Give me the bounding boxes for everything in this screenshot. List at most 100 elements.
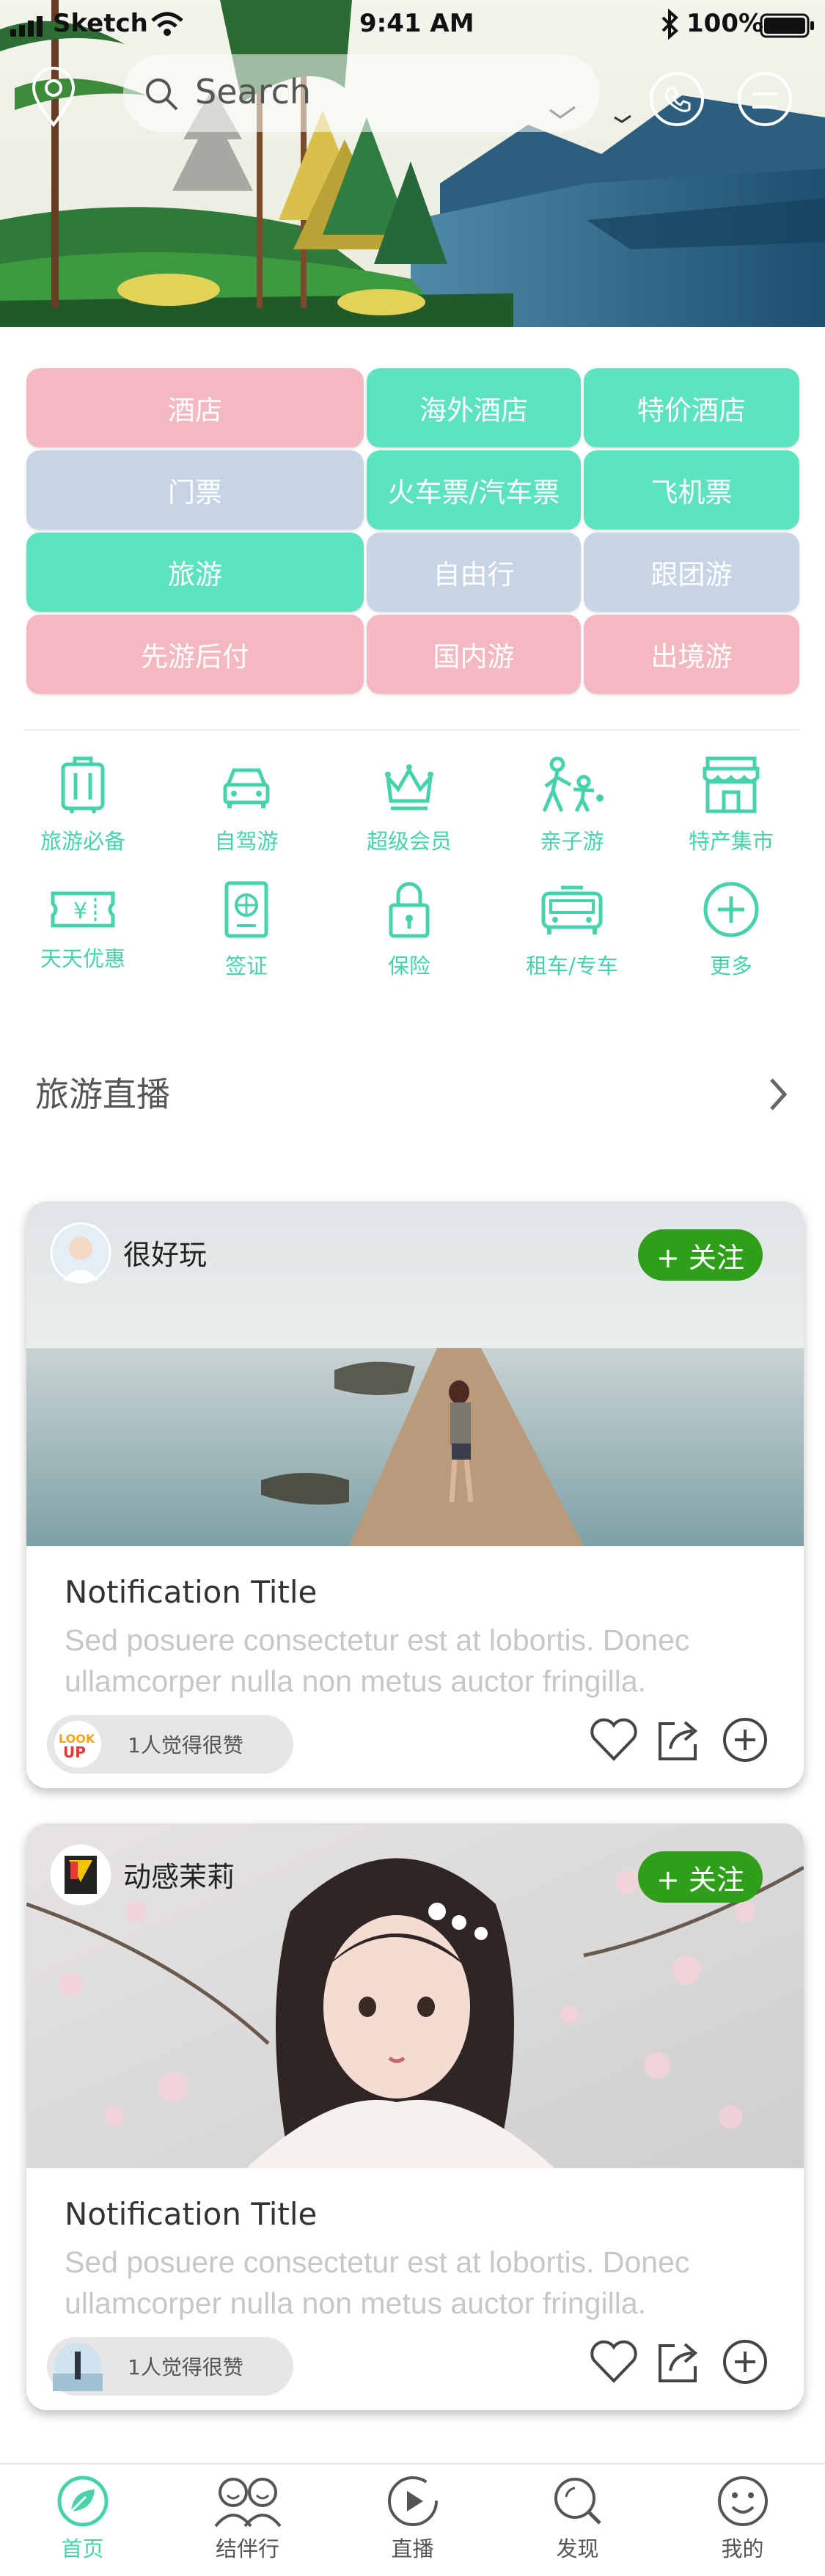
- passport-icon: [224, 881, 268, 938]
- battery-icon: [760, 13, 814, 38]
- service-family-trip[interactable]: 亲子游: [499, 755, 645, 873]
- service-label: 亲子游: [540, 829, 604, 854]
- card-body-line: ullamcorper nulla non metus auctor fring…: [65, 2286, 647, 2320]
- tab-label: 我的: [721, 2536, 764, 2561]
- share-icon[interactable]: [656, 1716, 704, 1763]
- tab-home[interactable]: 首页: [0, 2465, 165, 2576]
- service-car-rental[interactable]: 租车/专车: [499, 880, 645, 998]
- home-leaf-icon: [57, 2476, 108, 2527]
- service-label: 天天优惠: [40, 946, 125, 971]
- likes-text: 1人觉得很赞: [128, 1733, 243, 1757]
- plus-circle-icon: [703, 882, 759, 937]
- clock-label: 9:41 AM: [359, 9, 474, 38]
- suitcase-icon: [61, 756, 105, 813]
- card-body: Sed posuere consectetur est at lobortis.…: [65, 2242, 791, 2324]
- lock-icon: [389, 882, 430, 938]
- category-domestic[interactable]: 国内游: [367, 615, 581, 694]
- user-thumbnail: [53, 2343, 103, 2391]
- carrier-label: Sketch: [53, 9, 148, 38]
- phone-button[interactable]: [650, 72, 704, 126]
- tab-live[interactable]: 直播: [330, 2465, 495, 2576]
- svg-text:¥: ¥: [73, 899, 87, 924]
- menu-icon: [752, 92, 777, 109]
- search-icon: [146, 78, 178, 111]
- live-card[interactable]: 动感茉莉 + 关注 Notification Title Sed posuere…: [26, 1823, 804, 2410]
- category-group-tour[interactable]: 跟团游: [584, 533, 799, 612]
- add-circle-icon[interactable]: [722, 2338, 769, 2385]
- header-banner: Sketch 9:41 AM 100% Search: [0, 0, 825, 327]
- heart-icon[interactable]: [588, 1716, 639, 1763]
- service-label: 租车/专车: [526, 954, 618, 978]
- family-icon: [542, 756, 604, 813]
- service-label: 更多: [709, 954, 752, 978]
- service-road-trip[interactable]: 自驾游: [173, 755, 320, 873]
- card-title: Notification Title: [65, 2196, 318, 2232]
- card-username: 动感茉莉: [123, 1861, 235, 1893]
- card-body-line: Sed posuere consectetur est at lobortis.…: [65, 2245, 690, 2279]
- chevron-right-icon[interactable]: [767, 1077, 789, 1112]
- service-visa[interactable]: 签证: [173, 880, 320, 998]
- follow-button[interactable]: + 关注: [638, 1851, 763, 1903]
- signal-icon: [10, 16, 43, 37]
- share-icon[interactable]: [656, 2338, 704, 2385]
- section-title-travel-live: 旅游直播: [35, 1075, 170, 1114]
- service-more[interactable]: 更多: [658, 880, 804, 998]
- heart-icon[interactable]: [588, 2338, 639, 2385]
- phone-icon: [664, 87, 691, 112]
- service-insurance[interactable]: 保险: [336, 880, 483, 998]
- category-outbound[interactable]: 出境游: [584, 615, 799, 694]
- category-pay-later[interactable]: 先游后付: [26, 615, 364, 694]
- category-travel[interactable]: 旅游: [26, 533, 364, 612]
- category-train-bus[interactable]: 火车票/汽车票: [367, 450, 581, 530]
- service-label: 特产集市: [688, 829, 774, 854]
- menu-button[interactable]: [738, 72, 792, 126]
- card-body-line: Sed posuere consectetur est at lobortis.…: [65, 1623, 690, 1657]
- tab-label: 结伴行: [215, 2536, 279, 2561]
- tab-label: 首页: [61, 2536, 104, 2561]
- live-card[interactable]: 很好玩 + 关注 Notification Title Sed posuere …: [26, 1201, 804, 1788]
- search-bar[interactable]: Search: [123, 54, 600, 132]
- card-title: Notification Title: [65, 1574, 318, 1610]
- category-tickets[interactable]: 门票: [26, 450, 364, 530]
- tab-label: 发现: [556, 2536, 599, 2561]
- search-placeholder: Search: [195, 72, 312, 111]
- category-overseas-hotel[interactable]: 海外酒店: [367, 368, 581, 447]
- likes-pill[interactable]: 1人觉得很赞: [47, 2337, 293, 2396]
- smiley-icon: [717, 2476, 768, 2526]
- service-label: 保险: [387, 954, 430, 978]
- service-daily-deals[interactable]: ¥ 天天优惠: [10, 888, 156, 1005]
- service-travel-essentials[interactable]: 旅游必备: [10, 755, 156, 873]
- avatar[interactable]: [50, 1844, 111, 1906]
- tab-companions[interactable]: 结伴行: [165, 2465, 330, 2576]
- bus-icon: [541, 885, 603, 934]
- avatar[interactable]: [50, 1222, 111, 1284]
- category-flights[interactable]: 飞机票: [584, 450, 799, 530]
- companions-icon: [213, 2478, 282, 2528]
- location-pin-icon[interactable]: [31, 66, 76, 128]
- service-label: 超级会员: [366, 829, 452, 854]
- category-discount-hotel[interactable]: 特价酒店: [584, 368, 799, 447]
- tab-profile[interactable]: 我的: [660, 2465, 825, 2576]
- category-hotel[interactable]: 酒店: [26, 368, 364, 447]
- service-super-vip[interactable]: 超级会员: [336, 755, 483, 873]
- tab-bar: 首页 结伴行 直播 发现 我的: [0, 2463, 825, 2576]
- category-independent[interactable]: 自由行: [367, 533, 581, 612]
- card-body: Sed posuere consectetur est at lobortis.…: [65, 1620, 791, 1702]
- category-grid: 酒店 海外酒店 特价酒店 门票 火车票/汽车票 飞机票 旅游 自由行 跟团游 先…: [0, 327, 825, 738]
- service-label: 签证: [224, 954, 268, 978]
- follow-button[interactable]: + 关注: [638, 1229, 763, 1281]
- likes-text: 1人觉得很赞: [128, 2355, 243, 2379]
- coupon-icon: ¥: [51, 891, 115, 928]
- tab-label: 直播: [391, 2536, 434, 2561]
- discover-icon: [554, 2478, 601, 2525]
- likes-pill[interactable]: LOOK UP 1人觉得很赞: [47, 1715, 293, 1774]
- service-grid: 旅游必备 自驾游 超级会员 亲子游 特产集市 ¥ 天天优惠 签证 保险 租车/专…: [0, 755, 825, 990]
- add-circle-icon[interactable]: [722, 1716, 769, 1763]
- store-icon: [703, 756, 760, 813]
- card-body-line: ullamcorper nulla non metus auctor fring…: [65, 1664, 647, 1698]
- bluetooth-icon: [661, 9, 678, 40]
- service-local-market[interactable]: 特产集市: [658, 755, 804, 873]
- tab-discover[interactable]: 发现: [495, 2465, 660, 2576]
- divider: [23, 729, 801, 731]
- wifi-icon: [151, 12, 183, 36]
